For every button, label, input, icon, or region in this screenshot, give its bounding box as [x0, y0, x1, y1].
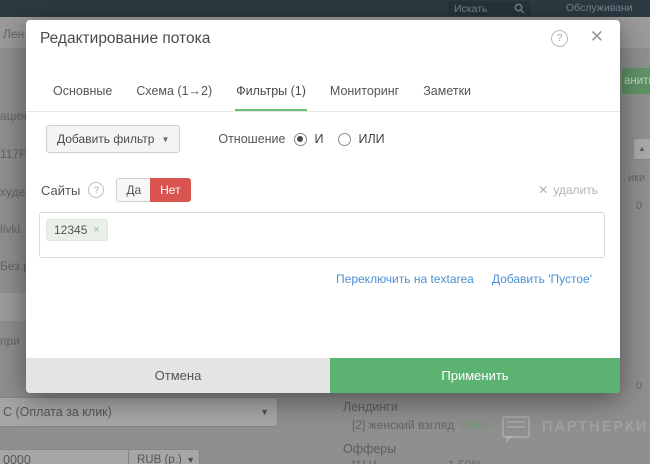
offers-section-title: Офферы	[343, 442, 396, 456]
yes-no-toggle: Да Нет	[116, 178, 190, 202]
background-save-button-partial[interactable]: анить	[622, 68, 650, 94]
close-icon[interactable]: ✕	[590, 27, 604, 47]
background-count: 0	[636, 200, 642, 212]
background-text-fragment: при	[0, 334, 20, 348]
background-text-fragment: ация	[0, 109, 27, 123]
relation-group: Отношение И ИЛИ	[218, 132, 392, 146]
apply-button[interactable]: Применить	[330, 358, 620, 393]
delete-filter-link[interactable]: ✕ удалить	[538, 183, 598, 197]
watermark-logo-icon	[502, 416, 530, 438]
chevron-down-icon: ▼	[186, 455, 195, 464]
chevron-down-icon: ▼	[161, 135, 169, 144]
background-collapse-button[interactable]: ▲	[633, 138, 650, 160]
tab-notes[interactable]: Заметки	[422, 76, 472, 111]
amount-value: 0000	[3, 453, 31, 464]
sites-filter-row: Сайты ? Да Нет	[41, 178, 191, 202]
background-text-fragment: ики	[628, 172, 645, 184]
background-text-fragment: Лен	[3, 27, 24, 41]
offer-percent: 1,50%	[448, 458, 482, 464]
sites-filter-label: Сайты	[41, 183, 80, 198]
search-icon[interactable]	[514, 3, 525, 14]
relation-radio-or[interactable]	[338, 133, 351, 146]
topbar: Искать Обслуживани	[0, 0, 650, 17]
background-row-highlight	[0, 293, 26, 321]
toggle-no-button[interactable]: Нет	[150, 178, 190, 202]
offer-item: [1] Ч	[352, 458, 377, 464]
cancel-button[interactable]: Отмена	[26, 358, 330, 393]
caret-up-icon: ▲	[639, 146, 646, 153]
search-input[interactable]: Искать	[448, 1, 531, 16]
sites-tag-input[interactable]: 12345 ×	[39, 212, 605, 258]
landings-section-title: Лендинги	[343, 400, 398, 414]
amount-input[interactable]: 0000	[0, 449, 140, 464]
toggle-yes-button[interactable]: Да	[116, 178, 150, 202]
relation-and-label[interactable]: И	[314, 132, 323, 146]
edit-flow-modal: Редактирование потока ? ✕ Основные Схема…	[26, 20, 620, 393]
landing-item: [2] женский взгляд	[352, 418, 454, 432]
site-tag: 12345 ×	[46, 219, 108, 241]
add-filter-label: Добавить фильтр	[57, 132, 154, 146]
background-text-fragment: livki.	[0, 222, 23, 236]
add-empty-link[interactable]: Добавить 'Пустое'	[492, 272, 592, 286]
remove-tag-icon[interactable]: ×	[93, 224, 99, 236]
watermark: ПАРТНЕРКИН	[502, 416, 650, 438]
tab-monitoring[interactable]: Мониторинг	[329, 76, 400, 111]
currency-value: RUB (р.)	[137, 454, 182, 464]
tab-scheme[interactable]: Схема (1→2)	[135, 76, 213, 111]
background-text-fragment: 117F	[0, 147, 26, 161]
relation-label: Отношение	[218, 132, 285, 146]
relation-radio-and[interactable]	[294, 133, 307, 146]
help-icon[interactable]: ?	[88, 182, 104, 198]
close-icon: ✕	[538, 183, 548, 197]
tab-filters[interactable]: Фильтры (1)	[235, 76, 307, 111]
background-text-fragment: худе	[0, 185, 25, 199]
help-icon[interactable]: ?	[551, 30, 568, 47]
delete-filter-label: удалить	[553, 183, 598, 197]
screenshot-root: Лен ация 117F худе livki. Без р при анит…	[0, 0, 650, 464]
modal-title: Редактирование потока	[40, 30, 210, 48]
background-save-label: анить	[624, 75, 650, 87]
background-count: 0	[636, 380, 642, 392]
payment-type-value: С (Оплата за клик)	[3, 405, 112, 419]
chevron-down-icon: ▼	[260, 407, 269, 417]
filter-controls-row: Добавить фильтр ▼ Отношение И ИЛИ	[46, 125, 393, 153]
modal-tabs: Основные Схема (1→2) Фильтры (1) Монитор…	[26, 76, 620, 112]
search-placeholder: Искать	[454, 3, 488, 15]
watermark-text: ПАРТНЕРКИН	[542, 419, 650, 435]
currency-select[interactable]: RUB (р.) ▼	[128, 449, 200, 464]
relation-or-label[interactable]: ИЛИ	[358, 132, 384, 146]
topbar-menu-service[interactable]: Обслуживани	[566, 2, 633, 14]
modal-footer: Отмена Применить	[26, 358, 620, 393]
tag-input-links: Переключить на textarea Добавить 'Пустое…	[336, 272, 592, 286]
payment-type-select[interactable]: С (Оплата за клик) ▼	[0, 397, 278, 427]
tab-main[interactable]: Основные	[52, 76, 113, 111]
add-filter-button[interactable]: Добавить фильтр ▼	[46, 125, 180, 153]
switch-textarea-link[interactable]: Переключить на textarea	[336, 272, 474, 286]
landing-percent: 100%	[460, 418, 491, 432]
site-tag-value: 12345	[54, 223, 87, 237]
